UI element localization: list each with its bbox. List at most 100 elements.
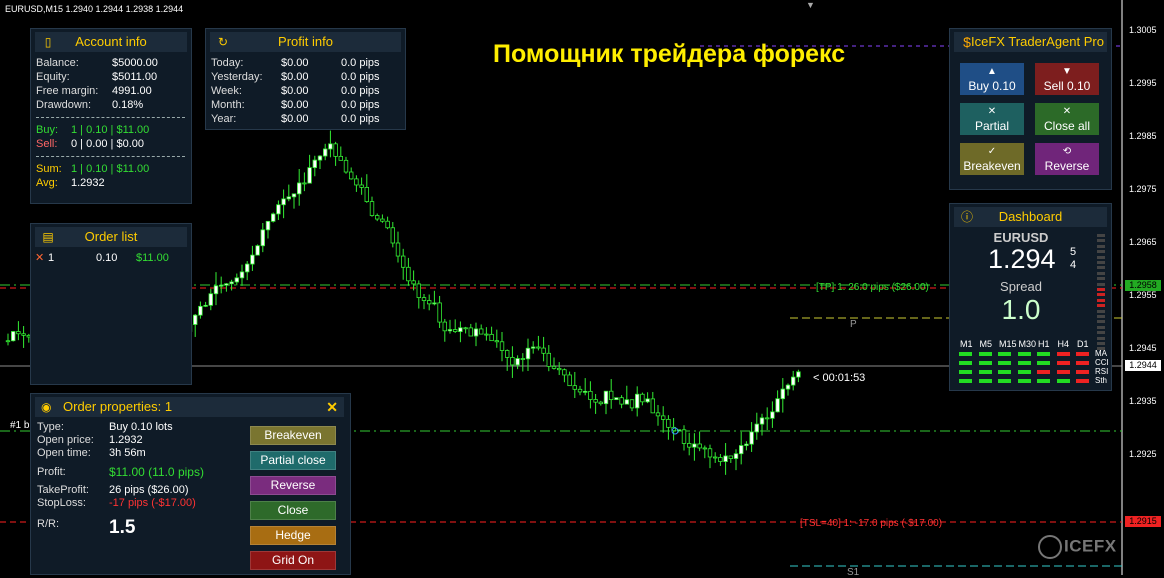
candle-body [754,423,759,433]
price-axis-label: 1.2955 [1129,290,1157,300]
candle-body [661,415,666,420]
candle-body [312,159,317,169]
candle-body [692,443,697,448]
candle-body [473,328,479,337]
candle-body [780,388,785,400]
close-all-button[interactable]: ✕ Close all [1035,103,1099,135]
signal-cell [978,379,992,383]
strength-segment [1097,277,1105,281]
candle-body [208,293,213,306]
open-price-value: 1.2932 [109,434,143,446]
breakeven-agent-button[interactable]: ✓ Breakeven [960,143,1024,175]
profit-period-money: $0.00 [281,99,309,111]
strength-segment [1097,239,1105,243]
candle-body [333,143,338,157]
strength-segment [1097,261,1105,264]
order-ticket: 1 [48,252,55,264]
order-profit: $11.00 [136,252,169,264]
price-axis-label: 1.2945 [1129,343,1157,353]
candle-body [619,397,624,405]
avg-label: Avg: [36,177,58,189]
price-axis-label: 1.2925 [1129,449,1157,459]
icefx-logo-icon [1038,535,1062,559]
signal-cell [1056,361,1070,365]
hedge-button[interactable]: Hedge [250,526,336,545]
close-button[interactable]: Close [250,501,336,520]
signal-cell [1017,379,1031,383]
info-icon: ⓘ [960,210,973,224]
order-tag-label: #1 b [10,420,30,431]
candle-body [390,227,395,244]
timeframe-label: D1 [1077,339,1089,349]
strength-segment [1097,288,1105,291]
partial-close-button[interactable]: Partial close [250,451,336,470]
signal-cell [978,370,992,374]
candle-body [380,218,385,222]
open-time-value: 3h 56m [109,447,146,459]
candle-body [536,346,541,349]
candle-body [588,390,593,400]
sell-button[interactable]: ▼ Sell 0.10 [1035,63,1099,95]
signal-cell [1037,379,1050,383]
reverse-button[interactable]: Reverse [250,476,336,495]
candle-body [687,443,692,448]
signal-cell [1037,361,1050,365]
close-icon[interactable]: ✕ [326,397,338,417]
close-order-icon[interactable]: ✕ [35,251,48,265]
trader-agent-panel: $ IceFX TraderAgent Pro ▲ Buy 0.10 ▼ Sell 0… [949,28,1112,190]
candle-body [531,346,536,349]
profit-period-label: Year: [211,113,237,125]
signal-cell [998,361,1011,365]
candle-body [759,417,765,425]
profit-period-pips: 0.0 pips [341,57,380,69]
candle-body [567,374,572,387]
signal-cell [998,379,1011,383]
partial-button[interactable]: ✕ Partial [960,103,1024,135]
candle-body [749,431,754,445]
free-margin-value: 4991.00 [112,85,152,97]
strength-segment [1097,331,1105,335]
candle-body [484,333,489,336]
candle-body [16,331,21,335]
strength-segment [1097,320,1105,324]
candle-body [733,453,739,459]
candle-body [557,367,562,371]
candle-body [468,327,473,337]
candle-body [395,242,401,257]
timeframe-label: M15 [999,339,1017,349]
profit-row: Today: $0.00 0.0 pips [211,56,405,70]
strength-segment [1097,250,1105,254]
profit-period-label: Today: [211,57,244,69]
candle-body [510,356,515,366]
candle-body [255,245,260,256]
shift-marker-icon[interactable]: ▼ [806,0,815,10]
profit-label: Profit: [37,466,66,478]
price-axis-label: 1.3005 [1129,25,1157,35]
candle-body [244,263,250,273]
profit-period-label: Month: [211,99,245,111]
candle-body [551,365,557,369]
strength-segment [1097,309,1105,313]
reverse-agent-button[interactable]: ⟲ Reverse [1035,143,1099,175]
candle-body [697,443,702,449]
buy-button[interactable]: ▲ Buy 0.10 [960,63,1024,95]
candle-body [723,455,728,462]
divider [36,156,185,157]
breakeven-button[interactable]: Breakeven [250,426,336,445]
order-list-row[interactable]: ✕ 1 0.10 $11.00 [35,251,191,265]
profit-info-title: Profit info [278,34,333,49]
candle-body [577,388,583,393]
free-margin-label: Free margin: [36,85,99,97]
candle-body [281,198,286,206]
grid-on-button[interactable]: Grid On [250,551,336,570]
candle-body [416,283,421,299]
signal-cell [1056,352,1070,356]
candle-body [192,314,198,325]
signal-cell [1056,379,1070,383]
profit-row: Year: $0.00 0.0 pips [211,112,405,126]
signal-cell [1076,370,1089,374]
candle-body [713,456,718,459]
candle-body [218,284,224,287]
candle-body [328,143,333,150]
strength-segment [1097,325,1105,329]
